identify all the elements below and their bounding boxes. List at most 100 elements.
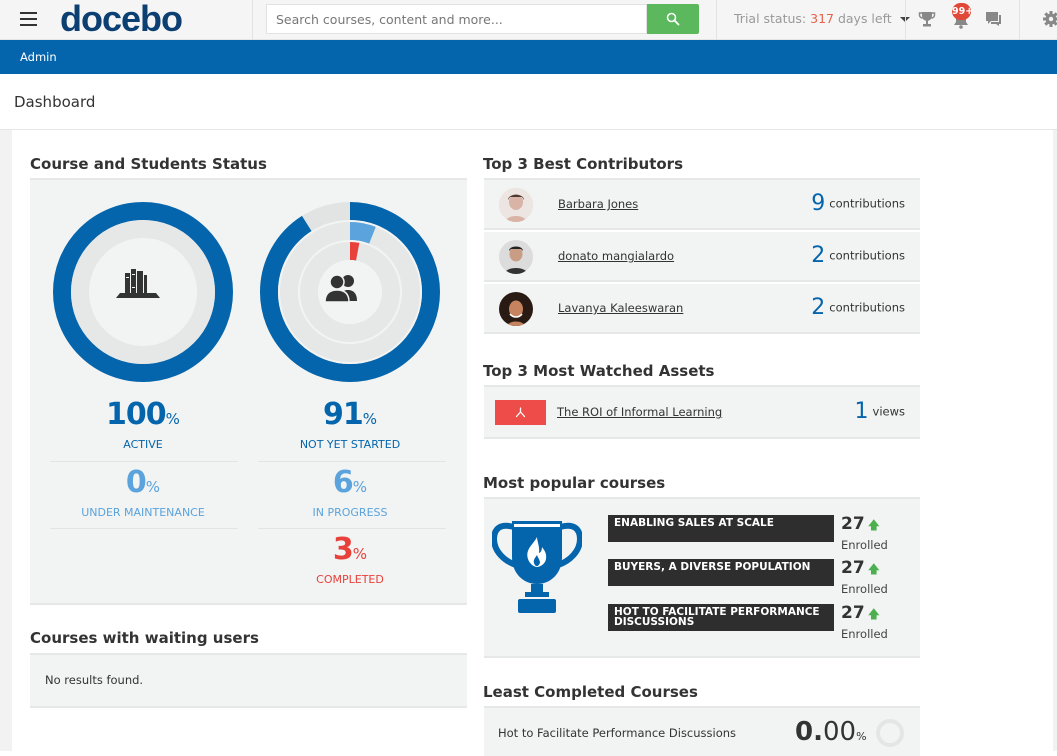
section-title-least-completed: Least Completed Courses bbox=[483, 683, 698, 701]
pdf-thumbnail[interactable] bbox=[495, 400, 546, 425]
divider bbox=[252, 0, 253, 40]
enrollment-count: 27 🡅 Enrolled bbox=[841, 514, 888, 552]
stat-unit: % bbox=[145, 478, 161, 496]
stat-value: 0 bbox=[125, 465, 147, 500]
completion-ring bbox=[876, 719, 904, 747]
avatar[interactable] bbox=[499, 292, 533, 326]
enrolled-value: 27 bbox=[841, 558, 865, 578]
least-completed-panel: Hot to Facilitate Performance Discussion… bbox=[484, 706, 920, 756]
stat-unit: % bbox=[352, 545, 368, 563]
gear-icon[interactable] bbox=[1042, 10, 1057, 28]
stat-unit: % bbox=[362, 410, 377, 428]
trial-label: Trial status: bbox=[734, 11, 811, 26]
divider bbox=[258, 528, 446, 529]
contribution-count: 9 contributions bbox=[811, 191, 905, 216]
contributor-row: Barbara Jones 9 contributions bbox=[484, 180, 920, 230]
stat-unit: % bbox=[165, 410, 180, 428]
watched-assets-panel: The ROI of Informal Learning 1 views bbox=[484, 385, 920, 439]
asset-name-link[interactable]: The ROI of Informal Learning bbox=[557, 405, 722, 419]
contribution-count: 2 contributions bbox=[811, 243, 905, 268]
count-value: 2 bbox=[811, 243, 826, 268]
students-status-ring bbox=[260, 202, 440, 382]
trophy-icon bbox=[492, 521, 582, 613]
divider bbox=[716, 0, 717, 40]
menu-icon[interactable] bbox=[20, 12, 37, 26]
value-unit: % bbox=[856, 730, 867, 743]
trial-days: 317 bbox=[810, 11, 834, 26]
count-value: 1 bbox=[854, 399, 869, 424]
admin-link[interactable]: Admin bbox=[20, 50, 57, 64]
section-title-popular-courses: Most popular courses bbox=[483, 474, 666, 492]
stat-value: 100 bbox=[106, 397, 167, 432]
search-button[interactable] bbox=[647, 4, 699, 34]
section-title-contributors: Top 3 Best Contributors bbox=[483, 155, 684, 173]
stat-unit: % bbox=[352, 478, 368, 496]
chat-icon[interactable] bbox=[985, 11, 1002, 27]
trial-status-dropdown[interactable]: Trial status: 317 days left bbox=[734, 11, 910, 26]
contributor-row: Lavanya Kaleeswaran 2 contributions bbox=[484, 284, 920, 334]
enrolled-value: 27 bbox=[841, 514, 865, 534]
count-unit: contributions bbox=[829, 248, 905, 263]
notification-badge: 99+ bbox=[952, 3, 973, 20]
contribution-count: 2 contributions bbox=[811, 295, 905, 320]
popular-course-link[interactable]: HOT TO FACILITATE PERFORMANCE DISCUSSION… bbox=[608, 604, 834, 631]
stat-label: COMPLETED bbox=[316, 573, 384, 586]
section-title-watched-assets: Top 3 Most Watched Assets bbox=[483, 362, 715, 380]
logo[interactable]: docebo® bbox=[60, 0, 189, 40]
courses-status-ring bbox=[53, 202, 233, 382]
search-input[interactable] bbox=[266, 4, 647, 34]
divider bbox=[905, 0, 906, 40]
section-title-waiting-users: Courses with waiting users bbox=[30, 629, 259, 647]
top-bar: docebo® Trial status: 317 days left 99+ bbox=[0, 0, 1057, 40]
enrolled-value: 27 bbox=[841, 603, 865, 623]
stat-value: 6 bbox=[332, 465, 354, 500]
enrolled-label: Enrolled bbox=[841, 538, 888, 552]
contributor-name-link[interactable]: donato mangialardo bbox=[558, 249, 674, 263]
stat-label: NOT YET STARTED bbox=[299, 438, 401, 451]
stat-not-yet-started: 91% NOT YET STARTED bbox=[260, 399, 440, 452]
stat-under-maintenance: 0% UNDER MAINTENANCE bbox=[53, 467, 233, 520]
avatar[interactable] bbox=[499, 240, 533, 274]
logo-mark: ® bbox=[182, 0, 189, 2]
value-decimal: 00 bbox=[822, 717, 857, 747]
section-title-course-status: Course and Students Status bbox=[30, 155, 267, 173]
avatar[interactable] bbox=[499, 188, 533, 222]
contributor-name-link[interactable]: Lavanya Kaleeswaran bbox=[558, 301, 683, 315]
search-bar bbox=[266, 4, 699, 34]
trend-up-icon: 🡅 bbox=[867, 518, 881, 532]
trophy-icon[interactable] bbox=[918, 10, 936, 28]
course-name: Hot to Facilitate Performance Discussion… bbox=[498, 726, 737, 740]
enrolled-label: Enrolled bbox=[841, 627, 888, 641]
popular-course-link[interactable]: ENABLING SALES AT SCALE bbox=[608, 515, 834, 542]
stat-in-progress: 6% IN PROGRESS bbox=[260, 467, 440, 520]
stat-completed: 3% COMPLETED bbox=[260, 534, 440, 587]
waiting-users-panel: No results found. bbox=[30, 653, 467, 708]
contributor-row: donato mangialardo 2 contributions bbox=[484, 232, 920, 282]
trend-up-icon: 🡅 bbox=[867, 607, 881, 621]
divider bbox=[50, 461, 238, 462]
empty-message: No results found. bbox=[45, 673, 144, 687]
search-icon bbox=[666, 12, 680, 26]
popular-course-link[interactable]: BUYERS, A DIVERSE POPULATION bbox=[608, 559, 834, 586]
view-count: 1 views bbox=[855, 399, 905, 424]
divider bbox=[50, 528, 238, 529]
divider bbox=[1019, 0, 1020, 40]
scrollbar-track[interactable] bbox=[1053, 130, 1057, 751]
logo-text: docebo bbox=[60, 0, 183, 39]
contributor-name-link[interactable]: Barbara Jones bbox=[558, 197, 638, 211]
divider bbox=[258, 461, 446, 462]
enrollment-count: 27 🡅 Enrolled bbox=[841, 558, 888, 596]
stat-active: 100% ACTIVE bbox=[53, 399, 233, 452]
count-unit: views bbox=[872, 404, 905, 419]
left-gutter bbox=[0, 130, 12, 751]
stat-label: IN PROGRESS bbox=[312, 506, 388, 519]
trend-up-icon: 🡅 bbox=[867, 562, 881, 576]
count-unit: contributions bbox=[829, 196, 905, 211]
completion-ring-track bbox=[876, 719, 904, 747]
count-value: 2 bbox=[811, 295, 826, 320]
stat-value: 91 bbox=[322, 397, 364, 432]
pdf-icon bbox=[515, 407, 526, 418]
stat-label: ACTIVE bbox=[123, 438, 163, 451]
page-title: Dashboard bbox=[14, 93, 96, 111]
stat-value: 3 bbox=[332, 532, 354, 567]
